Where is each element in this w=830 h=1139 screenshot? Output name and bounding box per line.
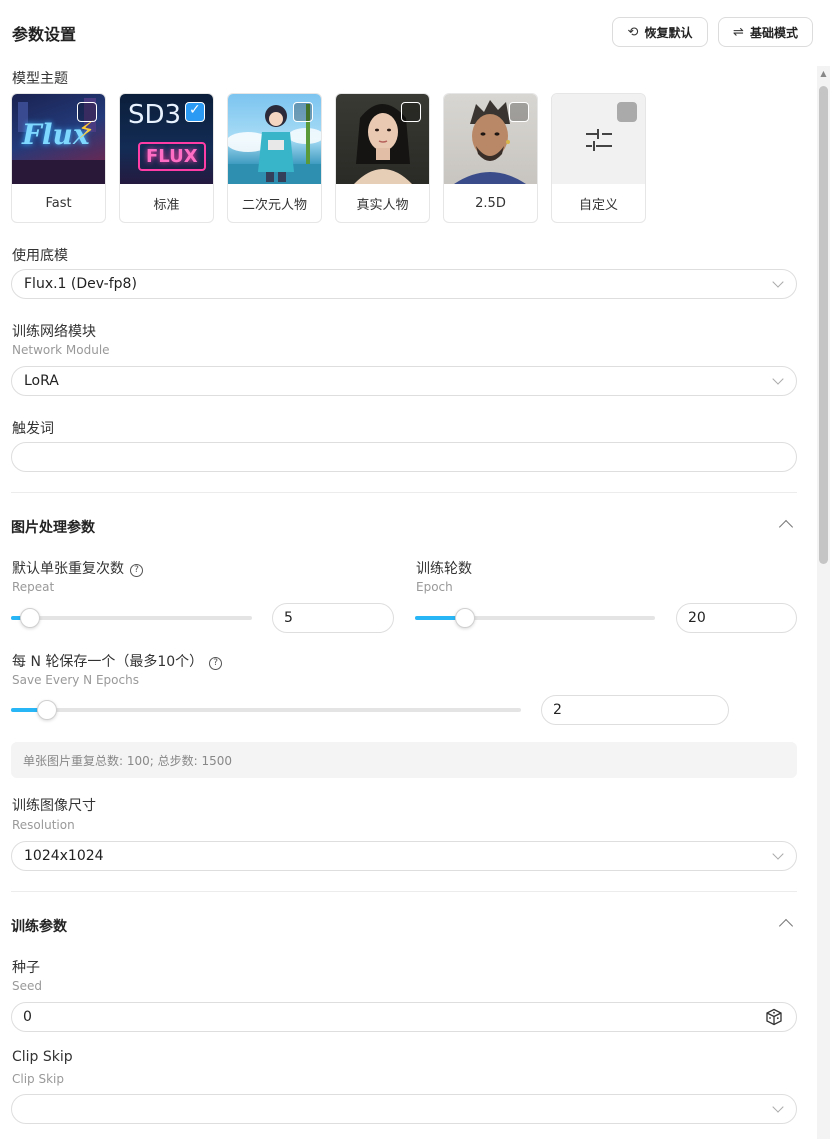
reset-default-button[interactable]: ⟲ 恢复默认 xyxy=(612,17,708,47)
steps-summary: 单张图片重复总数: 100; 总步数: 1500 xyxy=(11,742,797,778)
basic-mode-label: 基础模式 xyxy=(749,25,798,40)
theme-realistic-caption: 真实人物 xyxy=(356,197,409,213)
divider xyxy=(11,891,797,892)
epoch-value: 20 xyxy=(688,610,706,626)
seed-value: 0 xyxy=(23,1009,32,1025)
theme-custom-checkbox[interactable] xyxy=(617,102,637,122)
theme-standard-caption: 标准 xyxy=(153,197,180,213)
train-section-title: 训练参数 xyxy=(11,919,67,935)
seed-label: 种子 xyxy=(12,960,40,976)
network-select[interactable]: LoRA xyxy=(11,366,797,396)
epoch-slider-knob[interactable] xyxy=(455,608,475,628)
basic-mode-button[interactable]: ⇌ 基础模式 xyxy=(718,17,813,47)
theme-anime-image xyxy=(228,94,321,184)
clip-skip-label: Clip Skip xyxy=(12,1049,73,1065)
theme-label: 模型主题 xyxy=(12,71,68,87)
trigger-input[interactable] xyxy=(11,442,797,472)
clip-skip-sublabel: Clip Skip xyxy=(12,1072,64,1086)
save-every-input[interactable]: 2 xyxy=(541,695,729,725)
sd3-text: SD3 xyxy=(128,100,182,130)
epoch-slider[interactable] xyxy=(415,608,655,628)
theme-card-realistic[interactable]: 真实人物 xyxy=(335,93,430,223)
epoch-sublabel: Epoch xyxy=(416,580,453,594)
theme-anime-caption: 二次元人物 xyxy=(241,197,307,213)
flux-neon-text: FLUX xyxy=(138,142,206,171)
network-sublabel: Network Module xyxy=(12,343,110,357)
repeat-sublabel: Repeat xyxy=(12,580,55,594)
clip-skip-select[interactable] xyxy=(11,1094,797,1124)
undo-icon: ⟲ xyxy=(627,24,639,40)
seed-sublabel: Seed xyxy=(12,979,42,993)
chevron-down-icon xyxy=(772,373,784,385)
epoch-input[interactable]: 20 xyxy=(676,603,797,633)
theme-fast-checkbox[interactable] xyxy=(77,102,97,122)
theme-2-5d-image xyxy=(444,94,537,184)
theme-fast-caption: Fast xyxy=(45,195,72,211)
help-circle-icon[interactable]: ? xyxy=(130,564,143,577)
theme-card-fast[interactable]: Flux ⚡ Fast xyxy=(11,93,106,223)
save-every-slider[interactable] xyxy=(11,700,521,720)
theme-custom-caption: 自定义 xyxy=(578,197,618,213)
theme-standard-checkbox[interactable] xyxy=(185,102,205,122)
save-every-sublabel: Save Every N Epochs xyxy=(12,673,139,687)
save-every-label-text: 每 N 轮保存一个（最多10个） xyxy=(12,654,204,670)
reset-default-label: 恢复默认 xyxy=(644,25,693,40)
save-every-value: 2 xyxy=(553,702,562,718)
page-title: 参数设置 xyxy=(12,25,77,44)
theme-card-anime[interactable]: 二次元人物 xyxy=(227,93,322,223)
swap-icon: ⇌ xyxy=(733,24,744,40)
help-circle-icon[interactable]: ? xyxy=(209,657,223,670)
theme-2-5d-caption: 2.5D xyxy=(475,195,506,211)
image-section-title: 图片处理参数 xyxy=(11,520,95,536)
collapse-image-section-icon[interactable] xyxy=(778,519,794,535)
theme-card-custom[interactable]: 自定义 xyxy=(551,93,646,223)
collapse-train-section-icon[interactable] xyxy=(778,918,794,934)
theme-realistic-image xyxy=(336,94,429,184)
base-model-value: Flux.1 (Dev-fp8) xyxy=(24,276,137,292)
resolution-label: 训练图像尺寸 xyxy=(12,798,96,814)
scrollbar-thumb[interactable] xyxy=(819,86,828,564)
repeat-slider-knob[interactable] xyxy=(20,608,40,628)
chevron-down-icon xyxy=(772,848,784,860)
theme-anime-checkbox[interactable] xyxy=(293,102,313,122)
epoch-label: 训练轮数 xyxy=(416,561,472,577)
theme-2-5d-checkbox[interactable] xyxy=(509,102,529,122)
network-value: LoRA xyxy=(24,373,59,389)
base-model-label: 使用底模 xyxy=(12,248,68,264)
repeat-label: 默认单张重复次数? xyxy=(12,558,143,578)
repeat-label-text: 默认单张重复次数 xyxy=(12,561,124,577)
save-every-slider-knob[interactable] xyxy=(37,700,57,720)
chevron-down-icon xyxy=(772,276,784,288)
theme-card-standard[interactable]: SD3 FLUX 标准 xyxy=(119,93,214,223)
repeat-value: 5 xyxy=(284,610,293,626)
theme-fast-image: Flux ⚡ xyxy=(12,94,105,184)
seed-input[interactable]: 0 xyxy=(11,1002,797,1032)
base-model-select[interactable]: Flux.1 (Dev-fp8) xyxy=(11,269,797,299)
theme-realistic-checkbox[interactable] xyxy=(401,102,421,122)
chevron-down-icon xyxy=(772,1101,784,1113)
save-every-label: 每 N 轮保存一个（最多10个）? xyxy=(12,651,223,671)
theme-standard-image: SD3 FLUX xyxy=(120,94,213,184)
steps-summary-text: 单张图片重复总数: 100; 总步数: 1500 xyxy=(23,753,233,768)
theme-custom-image xyxy=(552,94,645,184)
trigger-label: 触发词 xyxy=(12,421,54,437)
network-label: 训练网络模块 xyxy=(12,324,96,340)
repeat-input[interactable]: 5 xyxy=(272,603,394,633)
resolution-sublabel: Resolution xyxy=(12,818,75,832)
dice-icon[interactable] xyxy=(765,1008,783,1026)
resolution-select[interactable]: 1024x1024 xyxy=(11,841,797,871)
repeat-slider[interactable] xyxy=(11,608,252,628)
divider xyxy=(11,492,797,493)
scroll-up-arrow-icon[interactable]: ▲ xyxy=(817,66,830,82)
resolution-value: 1024x1024 xyxy=(24,848,104,864)
theme-card-2-5d[interactable]: 2.5D xyxy=(443,93,538,223)
